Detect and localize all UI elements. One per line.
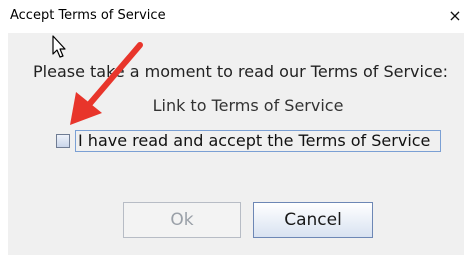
accept-tos-label[interactable]: I have read and accept the Terms of Serv… [75,130,441,152]
title-bar: Accept Terms of Service × [0,0,464,33]
ok-button[interactable]: Ok [123,202,241,238]
close-icon[interactable]: × [446,5,464,27]
accept-tos-checkbox[interactable] [56,134,70,148]
mouse-pointer-icon [52,35,66,58]
tos-link[interactable]: Link to Terms of Service [8,96,464,115]
window-title: Accept Terms of Service [10,8,166,23]
cancel-button[interactable]: Cancel [253,202,373,238]
tos-prompt: Please take a moment to read our Terms o… [33,62,448,81]
dialog-body: Please take a moment to read our Terms o… [8,33,464,255]
